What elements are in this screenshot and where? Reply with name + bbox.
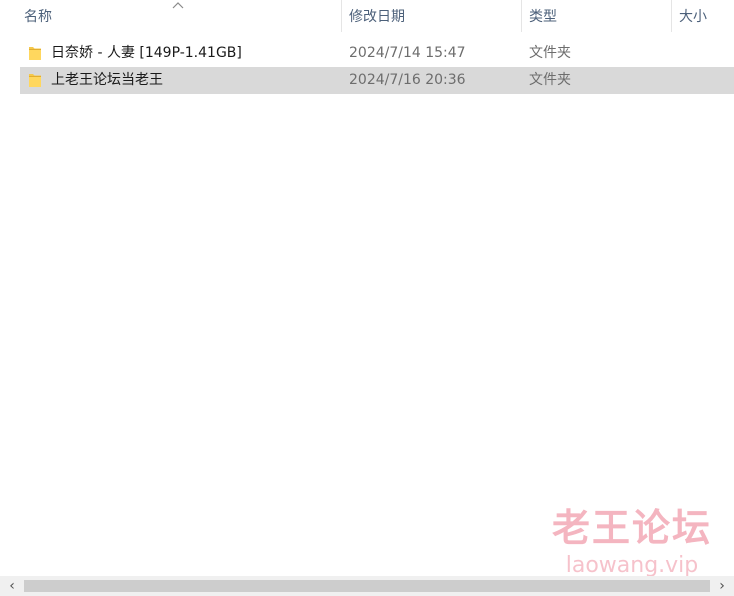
chevron-right-icon[interactable]: › — [712, 576, 732, 596]
column-header-type-label: 类型 — [529, 9, 557, 25]
chevron-left-icon[interactable]: ‹ — [2, 576, 22, 596]
file-explorer-view: 名称 修改日期 类型 大小 日奈娇 - 人妻 [149P-1.41GB] 202… — [0, 0, 734, 596]
column-header-date[interactable]: 修改日期 — [341, 0, 521, 36]
column-header-size[interactable]: 大小 — [671, 0, 734, 36]
file-row[interactable]: 上老王论坛当老王 2024/7/16 20:36 文件夹 — [20, 67, 734, 94]
file-row[interactable]: 日奈娇 - 人妻 [149P-1.41GB] 2024/7/14 15:47 文… — [20, 40, 734, 67]
folder-icon — [29, 47, 41, 60]
file-modified-date: 2024/7/16 20:36 — [349, 72, 466, 88]
scrollbar-thumb[interactable] — [24, 580, 710, 592]
column-header: 名称 修改日期 类型 大小 — [0, 0, 734, 36]
file-name: 日奈娇 - 人妻 [149P-1.41GB] — [51, 45, 242, 61]
chevron-up-icon — [172, 2, 184, 9]
file-name: 上老王论坛当老王 — [51, 72, 163, 88]
column-header-date-label: 修改日期 — [349, 9, 405, 25]
file-modified-date: 2024/7/14 15:47 — [349, 45, 466, 61]
watermark-title: 老王论坛 — [551, 506, 712, 550]
column-header-type[interactable]: 类型 — [521, 0, 671, 36]
column-header-name-label: 名称 — [24, 9, 52, 25]
column-header-size-label: 大小 — [679, 9, 707, 25]
watermark: 老王论坛 laowang.vip — [552, 505, 712, 579]
file-type: 文件夹 — [529, 72, 571, 88]
horizontal-scrollbar[interactable]: ‹ › — [0, 576, 734, 596]
folder-icon — [29, 74, 41, 87]
file-type: 文件夹 — [529, 45, 571, 61]
